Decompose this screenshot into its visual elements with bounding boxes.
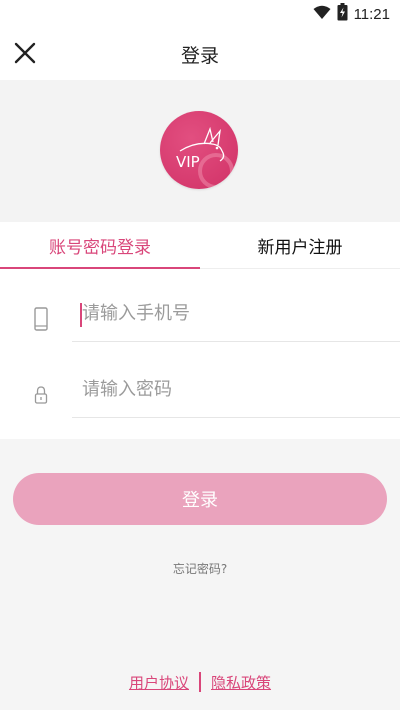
- tab-register[interactable]: 新用户注册: [200, 222, 400, 268]
- nav-bar: 登录: [0, 28, 400, 80]
- login-button[interactable]: 登录: [13, 473, 387, 525]
- footer-links: 用户协议 隐私政策: [0, 669, 400, 695]
- page-title: 登录: [180, 45, 219, 67]
- logo-text: VIP: [176, 153, 200, 171]
- app-logo: VIP: [160, 111, 238, 189]
- wifi-icon: [313, 5, 331, 24]
- forgot-password-link[interactable]: 忘记密码?: [0, 560, 400, 577]
- text-cursor: [80, 303, 82, 327]
- login-form: [0, 269, 400, 439]
- phone-row: [0, 285, 400, 359]
- status-icons: 11:21: [313, 3, 390, 25]
- phone-icon: [30, 306, 52, 332]
- footer-divider: [199, 672, 201, 692]
- password-input[interactable]: [72, 361, 400, 418]
- password-row: [0, 361, 400, 435]
- privacy-policy-link[interactable]: 隐私政策: [211, 672, 271, 693]
- login-tabs: 账号密码登录 新用户注册: [0, 222, 400, 269]
- header-area: VIP: [0, 80, 400, 222]
- user-agreement-link[interactable]: 用户协议: [129, 672, 189, 693]
- lock-icon: [30, 382, 52, 408]
- tab-account-login[interactable]: 账号密码登录: [0, 222, 200, 268]
- status-time: 11:21: [353, 5, 390, 23]
- phone-input[interactable]: [72, 285, 400, 342]
- battery-icon: [337, 3, 348, 25]
- status-bar: 11:21: [0, 0, 400, 28]
